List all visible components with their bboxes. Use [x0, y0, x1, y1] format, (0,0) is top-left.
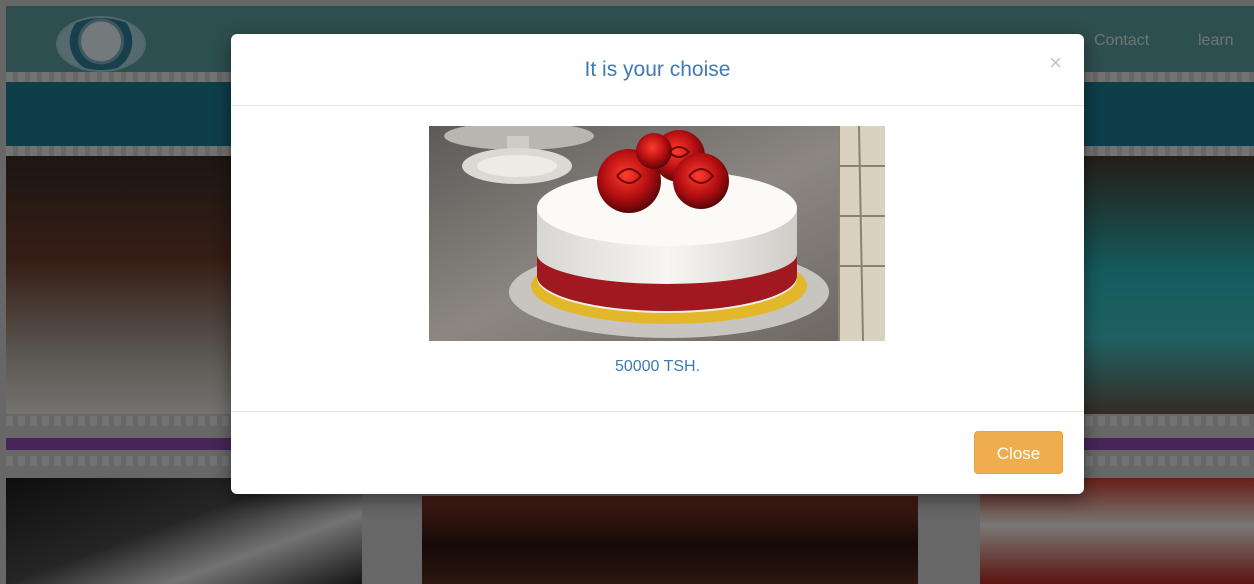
- close-icon[interactable]: ×: [1049, 52, 1062, 74]
- cake-image: [429, 126, 885, 341]
- modal-footer-divider: [231, 411, 1084, 412]
- price-text: 50000 TSH.: [614, 358, 701, 375]
- modal-title: It is your choise: [584, 58, 731, 81]
- modal-header: It is your choise ×: [231, 34, 1084, 106]
- close-button[interactable]: Close: [974, 431, 1063, 474]
- modal-dialog: It is your choise × 50000 TSH. Close: [231, 34, 1084, 494]
